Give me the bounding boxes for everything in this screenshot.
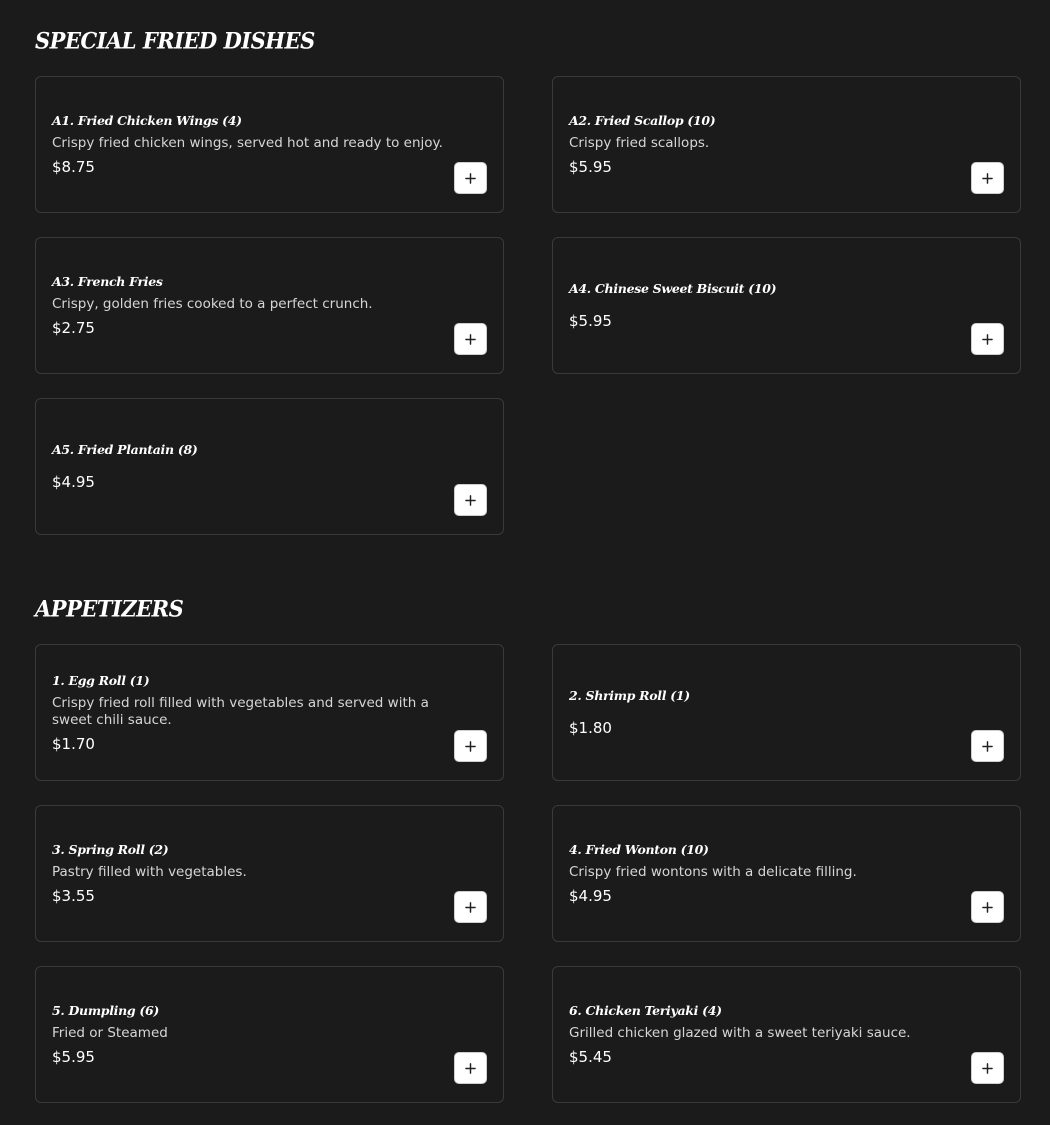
menu-page: SPECIAL FRIED DISHES A1. Fried Chicken W… xyxy=(0,0,1050,1125)
item-price: $3.55 xyxy=(52,887,95,905)
item-description: Crispy fried roll filled with vegetables… xyxy=(52,694,429,728)
item-name: A4. Chinese Sweet Biscuit (10) xyxy=(569,281,777,296)
item-price: $5.95 xyxy=(52,1048,95,1066)
item-description: Pastry filled with vegetables. xyxy=(52,864,247,880)
add-to-cart-button[interactable] xyxy=(454,162,487,194)
plus-icon xyxy=(465,1062,476,1074)
item-name: A1. Fried Chicken Wings (4) xyxy=(52,113,242,128)
item-name: 6. Chicken Teriyaki (4) xyxy=(569,1003,722,1018)
item-price: $1.70 xyxy=(52,734,95,753)
item-name: 4. Fried Wonton (10) xyxy=(569,842,709,857)
menu-item-card[interactable]: 6. Chicken Teriyaki (4) Grilled chicken … xyxy=(552,966,1021,1103)
item-name: A5. Fried Plantain (8) xyxy=(52,442,198,457)
item-description: Crispy fried scallops. xyxy=(569,135,710,151)
menu-item-card[interactable]: 3. Spring Roll (2) Pastry filled with ve… xyxy=(35,805,504,942)
item-price: $4.95 xyxy=(52,473,95,491)
plus-icon xyxy=(982,1062,993,1074)
section-title-special-fried-dishes: SPECIAL FRIED DISHES xyxy=(35,27,315,54)
item-price: $5.95 xyxy=(569,312,612,330)
add-to-cart-button[interactable] xyxy=(454,484,487,516)
plus-icon xyxy=(982,333,993,345)
plus-icon xyxy=(465,333,476,345)
menu-item-card[interactable]: 5. Dumpling (6) Fried or Steamed $5.95 xyxy=(35,966,504,1103)
item-name: 5. Dumpling (6) xyxy=(52,1003,159,1018)
plus-icon xyxy=(982,740,993,752)
plus-icon xyxy=(465,494,476,506)
add-to-cart-button[interactable] xyxy=(971,323,1004,355)
item-name: 3. Spring Roll (2) xyxy=(52,842,169,857)
item-name: A2. Fried Scallop (10) xyxy=(569,113,716,128)
menu-item-card[interactable]: A3. French Fries Crispy, golden fries co… xyxy=(35,237,504,374)
item-price: $1.80 xyxy=(569,719,612,737)
add-to-cart-button[interactable] xyxy=(971,891,1004,923)
add-to-cart-button[interactable] xyxy=(454,730,487,762)
section-title-appetizers: APPETIZERS xyxy=(35,595,184,622)
menu-item-card[interactable]: 2. Shrimp Roll (1) $1.80 xyxy=(552,644,1021,781)
item-description: Grilled chicken glazed with a sweet teri… xyxy=(569,1025,911,1041)
item-name: 2. Shrimp Roll (1) xyxy=(569,688,690,703)
menu-item-card[interactable]: A5. Fried Plantain (8) $4.95 xyxy=(35,398,504,535)
plus-icon xyxy=(465,901,476,913)
menu-item-card[interactable]: 4. Fried Wonton (10) Crispy fried wonton… xyxy=(552,805,1021,942)
plus-icon xyxy=(465,740,476,752)
add-to-cart-button[interactable] xyxy=(454,323,487,355)
item-description: Crispy fried chicken wings, served hot a… xyxy=(52,135,443,151)
plus-icon xyxy=(982,172,993,184)
item-description: Crispy fried wontons with a delicate fil… xyxy=(569,864,857,880)
plus-icon xyxy=(465,172,476,184)
menu-item-card[interactable]: A1. Fried Chicken Wings (4) Crispy fried… xyxy=(35,76,504,213)
item-price: $5.95 xyxy=(569,158,612,176)
menu-item-card[interactable]: 1. Egg Roll (1) Crispy fried roll filled… xyxy=(35,644,504,781)
add-to-cart-button[interactable] xyxy=(971,162,1004,194)
plus-icon xyxy=(982,901,993,913)
item-price: $2.75 xyxy=(52,319,95,337)
add-to-cart-button[interactable] xyxy=(454,891,487,923)
add-to-cart-button[interactable] xyxy=(454,1052,487,1084)
add-to-cart-button[interactable] xyxy=(971,730,1004,762)
item-description: Crispy, golden fries cooked to a perfect… xyxy=(52,296,373,312)
menu-item-card[interactable]: A2. Fried Scallop (10) Crispy fried scal… xyxy=(552,76,1021,213)
item-name: 1. Egg Roll (1) xyxy=(52,672,150,688)
item-price: $5.45 xyxy=(569,1048,612,1066)
item-price: $8.75 xyxy=(52,158,95,176)
item-description: Fried or Steamed xyxy=(52,1025,168,1041)
item-name: A3. French Fries xyxy=(52,274,163,289)
menu-item-card[interactable]: A4. Chinese Sweet Biscuit (10) $5.95 xyxy=(552,237,1021,374)
add-to-cart-button[interactable] xyxy=(971,1052,1004,1084)
item-price: $4.95 xyxy=(569,887,612,905)
